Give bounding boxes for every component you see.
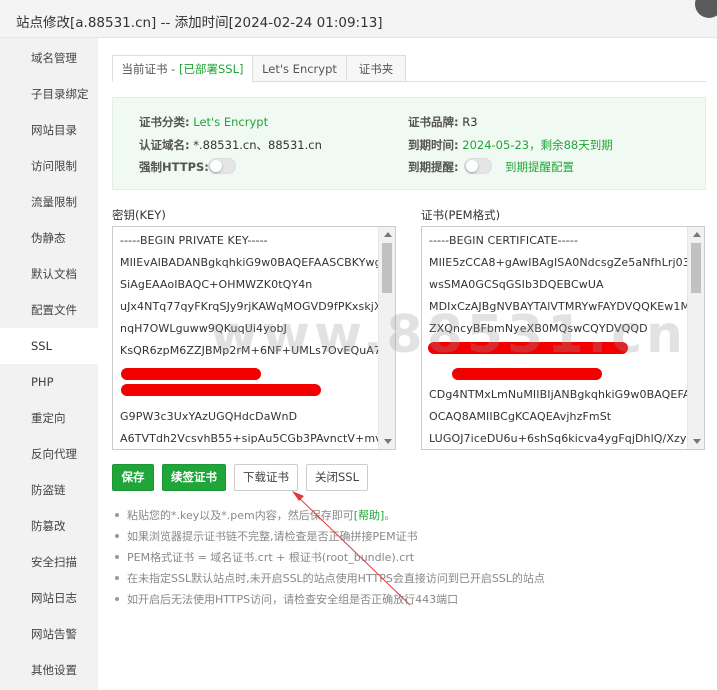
annotation-arrow-icon bbox=[292, 491, 411, 606]
